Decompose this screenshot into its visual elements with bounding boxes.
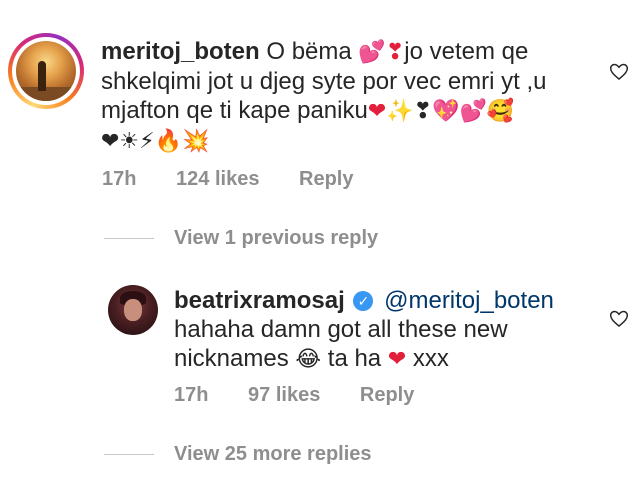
view-previous-label: View 1 previous reply — [174, 227, 379, 249]
avatar — [16, 41, 76, 101]
emoji: ❤ — [387, 347, 407, 372]
avatar-ground — [16, 87, 76, 101]
like-heart-icon[interactable] — [609, 309, 629, 329]
emoji: 😂 — [295, 347, 322, 372]
divider-line — [104, 238, 154, 240]
avatar[interactable] — [108, 285, 158, 335]
reply-username[interactable]: beatrixramosaj — [174, 287, 345, 314]
comment-meta: 17h 124 likes Reply — [102, 168, 387, 191]
emoji-sequence: ✨❣💖💕🥰 — [386, 99, 515, 124]
reply-button[interactable]: Reply — [360, 384, 414, 406]
comment-text-part1: O bëma — [266, 38, 359, 65]
reply-text-part2: ta ha — [321, 345, 388, 372]
reply-button[interactable]: Reply — [299, 168, 353, 190]
reply-likes[interactable]: 97 likes — [248, 384, 320, 406]
verified-badge-icon: ✓ — [353, 291, 374, 311]
avatar-figure — [38, 61, 46, 91]
comment-body: meritoj_boten O bëma 💕❣jo vetem qe shkel… — [101, 37, 591, 156]
emoji: ❣ — [385, 40, 405, 65]
emoji: 💕 — [358, 40, 386, 65]
view-more-label: View 25 more replies — [174, 443, 372, 465]
avatar-face — [124, 299, 142, 321]
view-more-replies-button[interactable]: View 25 more replies — [104, 443, 372, 466]
reply-time: 17h — [174, 384, 209, 406]
story-ring-avatar[interactable] — [8, 33, 84, 109]
comment-likes[interactable]: 124 likes — [176, 168, 259, 190]
reply-meta: 17h 97 likes Reply — [174, 384, 448, 407]
divider-line — [104, 454, 154, 456]
reply-text-part3: xxx — [406, 345, 449, 372]
comment-username[interactable]: meritoj_boten — [101, 38, 260, 65]
emoji-sequence: ❤☀⚡🔥💥 — [101, 129, 210, 154]
mention-link[interactable]: @meritoj_boten — [384, 287, 554, 314]
comments-thread: meritoj_boten O bëma 💕❣jo vetem qe shkel… — [0, 0, 640, 482]
emoji: ❤ — [367, 99, 387, 124]
avatar-border — [12, 37, 80, 105]
comment-time: 17h — [102, 168, 137, 190]
like-heart-icon[interactable] — [609, 62, 629, 82]
reply-body: beatrixramosaj ✓ @meritoj_boten hahaha d… — [174, 286, 594, 374]
view-previous-replies-button[interactable]: View 1 previous reply — [104, 227, 378, 250]
